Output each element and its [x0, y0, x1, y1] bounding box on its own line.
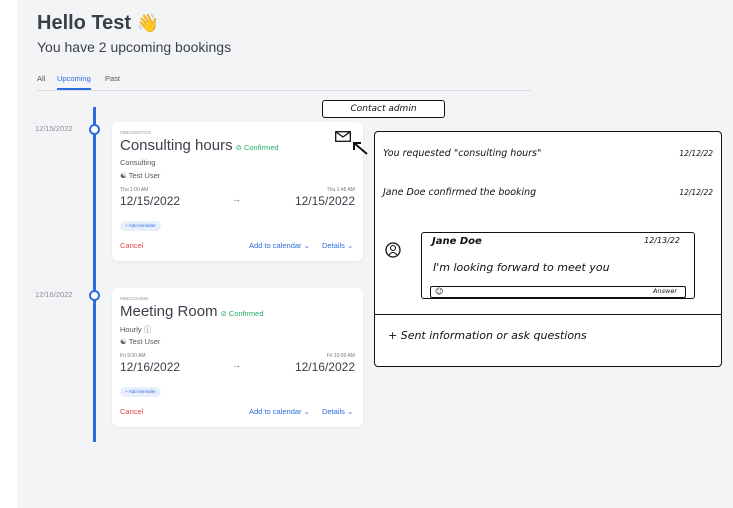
arrow-right-icon: →: [232, 360, 241, 370]
cancel-button[interactable]: Cancel: [120, 407, 143, 416]
booking-card[interactable]: #BB240307075 Consulting hours ⊘ Confirmed…: [112, 122, 363, 261]
booking-type: Hourly ⓘ: [120, 324, 151, 335]
chevron-down-icon: ⌄: [347, 407, 354, 416]
status-text: Confirmed: [243, 143, 279, 152]
activity-date: 12/12/22: [679, 149, 713, 158]
bookings-count-subtitle: You have 2 upcoming bookings: [37, 39, 232, 55]
status-badge: ⊘ Confirmed: [220, 309, 264, 318]
activity-text: Jane Doe confirmed the booking: [383, 187, 537, 198]
activity-date: 12/12/22: [679, 188, 713, 197]
booking-title-text: Consulting hours: [120, 137, 233, 154]
end-time: Fri 10:00 AM: [326, 353, 355, 359]
message-date: 12/13/22: [644, 236, 680, 245]
end-time: Thu 1:45 AM: [326, 187, 355, 193]
status-text: Confirmed: [228, 309, 264, 318]
reply-input[interactable]: ☺ Answer: [430, 286, 686, 298]
wave-icon: 👋: [136, 13, 160, 33]
chevron-down-icon: ⌄: [303, 241, 310, 250]
status-badge: ⊘ Confirmed: [235, 143, 279, 152]
start-time: Fri 9:00 AM: [120, 353, 146, 359]
answer-button[interactable]: Answer: [653, 287, 677, 295]
booking-tabs: All Upcoming Past: [37, 74, 531, 91]
end-date: 12/16/2022: [294, 360, 355, 374]
booking-id: #BB24224684: [120, 296, 149, 301]
add-reminder-button[interactable]: + Add reminder: [120, 387, 161, 397]
cancel-button[interactable]: Cancel: [120, 241, 143, 250]
emoji-icon[interactable]: ☺: [435, 287, 443, 296]
start-date: 12/16/2022: [120, 360, 181, 374]
booking-id: #BB240307075: [120, 130, 152, 135]
timeline-dot: [89, 290, 100, 301]
details-label: Details: [322, 407, 345, 416]
booking-type: Consulting: [120, 158, 156, 167]
activity-text: You requested "consulting hours": [383, 148, 542, 159]
message-sender: Jane Doe: [432, 236, 482, 247]
start-time: Thu 1:00 AM: [120, 187, 149, 193]
message-panel: You requested "consulting hours" 12/12/2…: [374, 131, 722, 367]
tab-upcoming[interactable]: Upcoming: [57, 74, 91, 90]
tab-all[interactable]: All: [37, 74, 45, 83]
booking-user: ☯ Test User: [120, 171, 160, 180]
end-date: 12/15/2022: [294, 194, 355, 208]
booking-card[interactable]: #BB24224684 Meeting Room ⊘ Confirmed Hour…: [112, 288, 363, 427]
user-name: Test User: [128, 337, 161, 346]
user-icon: ☯: [120, 337, 127, 346]
message-card: Jane Doe 12/13/22 I'm looking forward to…: [421, 232, 695, 299]
chevron-down-icon: ⌄: [347, 241, 354, 250]
page-title: Hello Test 👋: [37, 12, 159, 35]
avatar-icon: [385, 242, 401, 258]
add-to-calendar-label: Add to calendar: [249, 241, 302, 250]
panel-divider: [375, 314, 721, 316]
info-icon[interactable]: ⓘ: [144, 325, 152, 334]
message-text: I'm looking forward to meet you: [433, 261, 610, 274]
mail-icon[interactable]: [335, 131, 351, 142]
details-button[interactable]: Details ⌄: [322, 407, 353, 416]
arrow-right-icon: →: [232, 194, 241, 204]
timeline-dot: [89, 124, 100, 135]
start-date: 12/15/2022: [120, 194, 181, 208]
add-to-calendar-label: Add to calendar: [249, 407, 302, 416]
pointer-arrow-icon: [353, 142, 368, 155]
timeline-date: 12/16/2022: [35, 290, 73, 299]
booking-title: Consulting hours ⊘ Confirmed: [120, 137, 279, 154]
add-to-calendar-button[interactable]: Add to calendar ⌄: [249, 241, 310, 250]
timeline-line: [93, 107, 96, 442]
user-icon: ☯: [120, 171, 127, 180]
booking-title-text: Meeting Room: [120, 303, 218, 320]
add-to-calendar-button[interactable]: Add to calendar ⌄: [249, 407, 310, 416]
booking-title: Meeting Room ⊘ Confirmed: [120, 303, 264, 320]
add-reminder-button[interactable]: + Add reminder: [120, 221, 161, 231]
details-button[interactable]: Details ⌄: [322, 241, 353, 250]
user-name: Test User: [128, 171, 161, 180]
details-label: Details: [322, 241, 345, 250]
send-message-input[interactable]: + Sent information or ask questions: [388, 329, 587, 342]
greeting-text: Hello Test: [37, 12, 132, 34]
booking-type-text: Hourly: [120, 325, 142, 334]
chevron-down-icon: ⌄: [303, 407, 310, 416]
tab-past[interactable]: Past: [105, 74, 120, 83]
booking-user: ☯ Test User: [120, 337, 160, 346]
timeline-date: 12/15/2022: [35, 124, 73, 133]
contact-admin-button[interactable]: Contact admin: [322, 100, 445, 118]
